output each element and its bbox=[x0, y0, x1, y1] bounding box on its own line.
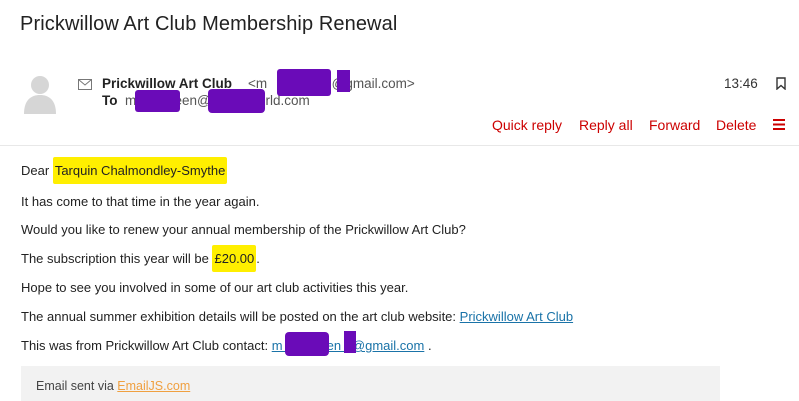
body-line-1: It has come to that time in the year aga… bbox=[21, 194, 260, 209]
reply-all-button[interactable]: Reply all bbox=[579, 117, 633, 133]
recipient-name: Tarquin Chalmondley-Smythe bbox=[52, 157, 228, 184]
email-subject: Prickwillow Art Club Membership Renewal bbox=[20, 13, 398, 35]
emailjs-link[interactable]: EmailJS.com bbox=[117, 379, 190, 393]
subscription-suffix: . bbox=[256, 251, 260, 266]
redaction-mark bbox=[135, 90, 180, 112]
website-link[interactable]: Prickwillow Art Club bbox=[460, 309, 573, 324]
contact-suffix: . bbox=[427, 338, 432, 353]
body-line-2: Would you like to renew your annual memb… bbox=[21, 222, 466, 237]
header-divider bbox=[0, 145, 799, 146]
to-label: To bbox=[102, 93, 118, 108]
forward-button[interactable]: Forward bbox=[649, 117, 700, 133]
greeting-line: Dear Tarquin Chalmondley-Smythe bbox=[21, 157, 228, 184]
email-view: Prickwillow Art Club Membership Renewal … bbox=[0, 0, 799, 401]
redaction-mark bbox=[277, 69, 331, 96]
footer-text: Email sent via EmailJS.com bbox=[36, 379, 190, 393]
email-footer: Email sent via EmailJS.com bbox=[21, 366, 720, 401]
quick-reply-button[interactable]: Quick reply bbox=[492, 117, 562, 133]
redaction-mark bbox=[208, 89, 265, 113]
email-header: Prickwillow Art Club <m reen @gmail.com>… bbox=[78, 69, 786, 116]
subscription-text: The subscription this year will be bbox=[21, 251, 209, 266]
avatar-icon bbox=[23, 74, 57, 114]
body-line-6: This was from Prickwillow Art Club conta… bbox=[21, 338, 432, 353]
contact-text: This was from Prickwillow Art Club conta… bbox=[21, 338, 269, 353]
redaction-mark bbox=[337, 70, 350, 92]
envelope-icon bbox=[78, 78, 92, 90]
footer-label: Email sent via bbox=[36, 379, 114, 393]
greeting: Dear bbox=[21, 163, 50, 178]
redaction-mark bbox=[285, 332, 329, 356]
website-text: The annual summer exhibition details wil… bbox=[21, 309, 457, 324]
body-line-4: Hope to see you involved in some of our … bbox=[21, 280, 409, 295]
bookmark-icon[interactable] bbox=[776, 77, 786, 91]
delete-button[interactable]: Delete bbox=[716, 117, 756, 133]
hamburger-menu-icon[interactable] bbox=[773, 117, 785, 130]
body-line-5: The annual summer exhibition details wil… bbox=[21, 309, 573, 324]
subscription-amount: £20.00 bbox=[212, 245, 257, 272]
sender-email: <m reen @gmail.com> bbox=[248, 76, 415, 91]
redaction-mark bbox=[344, 331, 356, 353]
body-line-3: The subscription this year will be £20.0… bbox=[21, 245, 260, 272]
email-time: 13:46 bbox=[724, 76, 758, 91]
